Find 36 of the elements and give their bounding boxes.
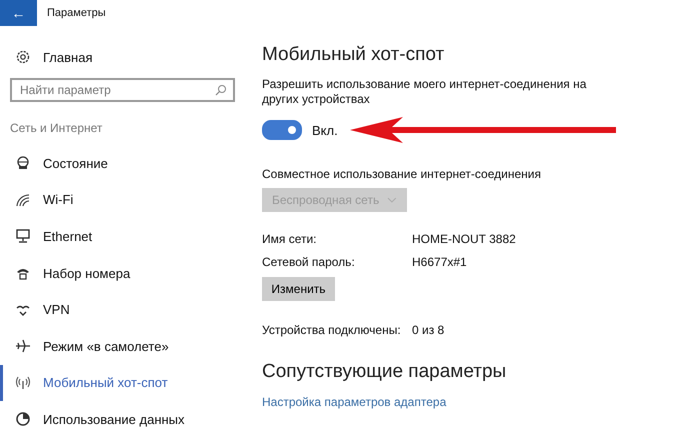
field-value: HOME-NOUT 3882: [412, 232, 516, 246]
globe-icon: [15, 155, 31, 172]
wifi-icon: [15, 192, 31, 208]
field-value: H6677x#1: [412, 255, 467, 269]
settings-icon: [15, 49, 31, 65]
adapter-settings-link[interactable]: Настройка параметров адаптера: [262, 395, 446, 409]
monitor-icon: [15, 228, 31, 244]
source-label: Совместное использование интернет-соединения: [262, 167, 542, 182]
edit-button[interactable]: Изменить: [262, 277, 335, 301]
antenna-icon: [15, 374, 31, 391]
field-label: Сетевой пароль:: [262, 255, 356, 269]
search-icon: [215, 84, 227, 96]
back-button[interactable]: ←: [0, 0, 37, 26]
window-title: Параметры: [47, 7, 106, 19]
nav-item[interactable]: Ethernet: [0, 218, 240, 255]
nav-item[interactable]: VPN: [0, 291, 240, 328]
search-field[interactable]: Найти параметр: [10, 78, 235, 102]
home-nav-item[interactable]: Главная: [0, 42, 240, 72]
nav-item[interactable]: Состояние: [0, 145, 240, 182]
field-label: Имя сети:: [262, 232, 318, 246]
airplane-icon: [15, 338, 31, 354]
chevron-icon: [387, 197, 397, 203]
nav-item[interactable]: Мобильный хот-спот: [0, 364, 240, 402]
section-heading: Сеть и Интернет: [10, 121, 104, 135]
pie-chart-icon: [15, 411, 31, 428]
nav-item[interactable]: Wi-Fi: [0, 182, 240, 218]
section-title: Сопутствующие параметры: [262, 361, 508, 383]
nav-item[interactable]: Набор номера: [0, 254, 240, 292]
toggle-switch[interactable]: [262, 120, 302, 140]
devices-label: Устройства подключены:: [262, 323, 402, 337]
nav-item[interactable]: Использование данных: [0, 401, 240, 428]
toggle-label: Вкл.: [312, 122, 338, 138]
devices-count: 0 из 8: [412, 323, 444, 337]
nav-item[interactable]: Режим «в самолете»: [0, 328, 240, 365]
share-description: Разрешить использование моего интернет-соединения на других устройствах: [262, 77, 588, 107]
page-title: Мобильный хот-спот: [262, 44, 446, 66]
